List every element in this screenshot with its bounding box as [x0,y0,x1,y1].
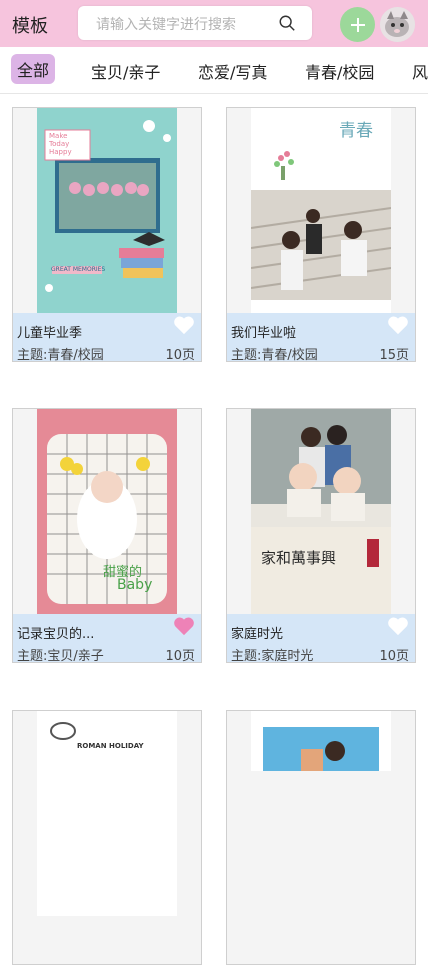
tab-partial[interactable]: 风 [412,59,428,83]
card-info: 我们毕业啦 主题:青春/校园 15页 [227,313,415,361]
card-title: 儿童毕业季 [17,326,83,341]
add-button[interactable] [340,7,375,42]
card-info: 家庭时光 主题:家庭时光 10页 [227,614,415,662]
thumb-text-baby: Baby [117,577,153,593]
heart-icon[interactable] [387,616,409,636]
plus-icon [350,17,365,32]
thumb-text-family: 家和萬事興 [261,549,337,567]
thumb-text-roman: ROMAN HOLIDAY [77,742,144,750]
card-theme: 主题:家庭时光 [231,649,314,663]
tab-love-portrait[interactable]: 恋爱/写真 [198,59,267,83]
template-card[interactable]: 家和萬事興 家庭时光 主题:家庭时光 10页 [226,408,416,663]
header-bar: 模板 请输入关键字进行搜索 [0,0,428,47]
roman-holiday-image [50,722,76,740]
template-card[interactable]: 甜蜜的 Baby 记录宝贝的... 主题:宝贝/亲子 10页 [12,408,202,663]
thumb-text-make: Make [49,132,68,140]
search-input[interactable]: 请输入关键字进行搜索 [96,14,236,34]
baby-photo-image [37,409,177,614]
card-theme: 主题:宝贝/亲子 [17,649,104,663]
thumb-text-today: Today [49,140,70,148]
card-thumbnail[interactable]: ROMAN HOLIDAY [37,711,177,916]
page-title: 模板 [12,16,48,37]
template-card[interactable]: 青春 我们毕业啦 主题:青春/校园 15页 [226,107,416,362]
heart-icon[interactable] [387,315,409,335]
card-title: 家庭时光 [231,627,284,642]
beach-photo-image [251,711,391,771]
card-thumbnail[interactable]: 甜蜜的 Baby [37,409,177,614]
card-pages: 15页 [379,348,409,362]
tab-baby-family[interactable]: 宝贝/亲子 [91,59,160,83]
template-card[interactable]: Make Today Happy GREAT MEMORIES 儿童毕业季 主题… [12,107,202,362]
card-title: 记录宝贝的... [17,627,95,642]
card-thumbnail[interactable]: Make Today Happy GREAT MEMORIES [37,108,177,313]
card-theme: 主题:青春/校园 [17,348,104,362]
thumb-text-youth: 青春 [339,121,373,141]
thumb-text-memories: GREAT MEMORIES [51,266,106,273]
tab-all[interactable]: 全部 [11,54,56,84]
card-pages: 10页 [165,649,195,663]
template-card[interactable]: ROMAN HOLIDAY [12,710,202,965]
cat-avatar-image [380,7,415,42]
heart-icon[interactable] [173,616,195,636]
card-thumbnail[interactable]: 青春 [251,108,391,313]
card-pages: 10页 [165,348,195,362]
template-card[interactable] [226,710,416,965]
card-thumbnail[interactable] [251,711,391,916]
avatar[interactable] [380,7,415,42]
family-photo-image [251,409,391,614]
heart-icon[interactable] [173,315,195,335]
thumb-text-happy: Happy [49,148,72,156]
card-info: 记录宝贝的... 主题:宝贝/亲子 10页 [13,614,201,662]
card-pages: 10页 [379,649,409,663]
search-box[interactable]: 请输入关键字进行搜索 [78,6,312,40]
card-title: 我们毕业啦 [231,326,297,341]
card-theme: 主题:青春/校园 [231,348,318,362]
card-thumbnail[interactable]: 家和萬事興 [251,409,391,614]
card-info: 儿童毕业季 主题:青春/校园 10页 [13,313,201,361]
category-tabs: 全部 宝贝/亲子 恋爱/写真 青春/校园 风 [0,47,428,94]
tab-youth-campus[interactable]: 青春/校园 [305,59,374,83]
search-icon[interactable] [278,14,296,32]
